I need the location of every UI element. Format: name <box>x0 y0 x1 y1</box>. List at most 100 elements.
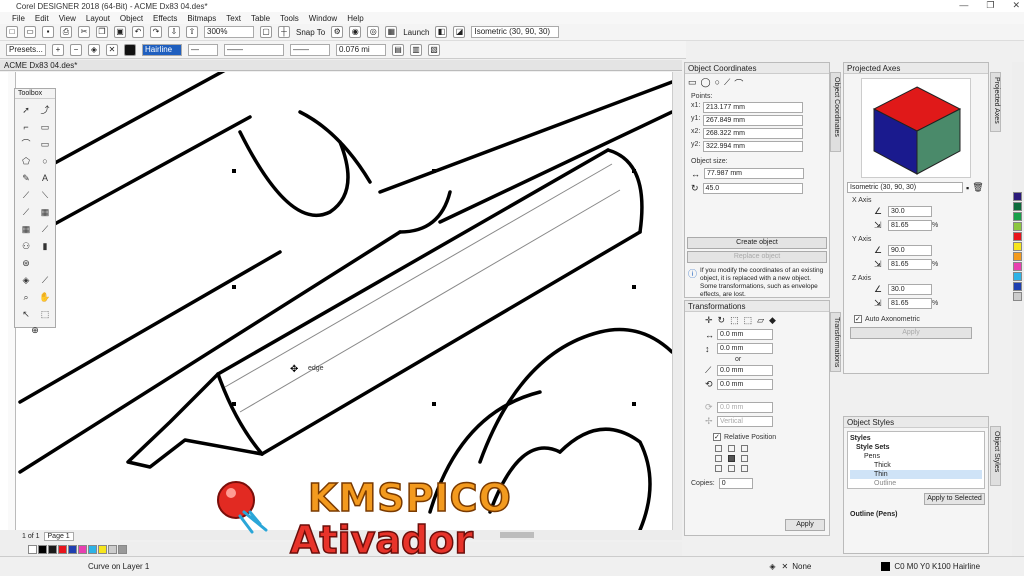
line-shape-icon[interactable]: ⟋ <box>724 77 730 90</box>
arrow-start-select[interactable]: —— <box>224 43 284 56</box>
palette-swatch[interactable] <box>1013 192 1022 201</box>
drawing-canvas[interactable]: edge ✥ <box>0 72 672 530</box>
create-object-button[interactable]: Create object <box>687 237 827 249</box>
swatch-red[interactable] <box>58 544 67 554</box>
add-icon[interactable]: + <box>52 43 64 56</box>
zoom-select[interactable]: 300% <box>204 26 254 38</box>
new-icon[interactable]: □ <box>6 26 18 38</box>
z-scale-field[interactable]: 81.65 <box>888 298 932 309</box>
palette-swatch[interactable] <box>1013 282 1022 291</box>
x1-field[interactable]: 213.177 mm <box>703 102 803 113</box>
anchor-point[interactable] <box>741 445 748 452</box>
replace-object-button[interactable]: Replace object <box>687 251 827 263</box>
z-angle-field[interactable]: 30.0 <box>888 284 932 295</box>
subselect-tool-icon[interactable]: ⬚ <box>38 307 52 321</box>
palette-swatch[interactable] <box>1013 232 1022 241</box>
swatch-dark[interactable] <box>48 544 57 554</box>
open-icon[interactable]: ▭ <box>24 26 36 38</box>
position-icon[interactable]: ✛ <box>705 315 713 326</box>
x-icon[interactable]: ✕ <box>106 43 118 56</box>
angle-field[interactable]: 45.0 <box>702 183 803 194</box>
menu-bitmaps[interactable]: Bitmaps <box>187 14 216 23</box>
zoom-tool-icon[interactable]: ▭ <box>38 120 52 134</box>
shape-tool-icon[interactable]: ⤴ <box>38 103 52 117</box>
transformations-vtab[interactable]: Transformations <box>830 312 841 372</box>
transform-h-field[interactable]: 0.0 mm <box>717 343 773 354</box>
arc-shape-icon[interactable]: ⌒ <box>734 77 743 90</box>
anchor-point[interactable] <box>715 455 722 462</box>
palette-swatch[interactable] <box>1013 292 1022 301</box>
magnifier-tool-icon[interactable]: ⌕ <box>19 290 33 304</box>
save-preset-icon[interactable]: ▪ <box>966 183 969 193</box>
tree-thin[interactable]: Thin <box>850 470 982 479</box>
auto-axonometric-checkbox[interactable]: ✓ <box>854 315 862 323</box>
tree-thick[interactable]: Thick <box>850 461 982 470</box>
presets-select[interactable]: Presets... <box>6 43 46 56</box>
menu-file[interactable]: File <box>12 14 25 23</box>
projected-axes-apply-button[interactable]: Apply <box>850 327 972 339</box>
rotate-icon[interactable]: ↻ <box>718 315 726 326</box>
welcome-icon[interactable]: ◉ <box>349 26 362 38</box>
to-back-icon[interactable]: ▧ <box>428 43 440 56</box>
export-icon[interactable]: ⇧ <box>186 26 198 38</box>
connector-tool-icon[interactable]: ⟍ <box>38 188 52 202</box>
menu-layout[interactable]: Layout <box>86 14 110 23</box>
anchor-point[interactable] <box>728 445 735 452</box>
full-screen-icon[interactable]: ▢ <box>260 26 272 38</box>
freehand-tool-icon[interactable]: ⌒ <box>19 137 33 151</box>
outline-pens-section[interactable]: Outline (Pens) <box>844 505 988 524</box>
tree-pens[interactable]: Pens <box>850 452 982 461</box>
size-icon[interactable]: ⬚ <box>744 315 753 326</box>
table-tool-icon[interactable]: ▦ <box>38 205 52 219</box>
nudge-field[interactable]: 0.076 mi <box>336 43 386 56</box>
line-style-select[interactable]: — <box>188 43 218 56</box>
smart-fill-tool-icon[interactable]: ⟋ <box>38 273 52 287</box>
swatch-white[interactable] <box>28 544 37 554</box>
anchor-select[interactable]: Vertical <box>717 416 773 427</box>
options-gear-icon[interactable]: ⚙ <box>331 26 344 38</box>
ellipse-shape-icon[interactable]: ◯ <box>701 77 711 90</box>
circle-shape-icon[interactable]: ○ <box>715 77 720 90</box>
palette-swatch[interactable] <box>1013 252 1022 261</box>
import-icon[interactable]: ⇩ <box>168 26 180 38</box>
blend-tool-icon[interactable]: ⚇ <box>19 239 33 253</box>
outline-width-select[interactable]: Hairline <box>142 43 182 56</box>
menu-window[interactable]: Window <box>309 14 337 23</box>
add-tool-icon[interactable]: ⊕ <box>15 325 55 336</box>
projection-preset-select[interactable]: Isometric (30, 90, 30) <box>847 182 963 193</box>
rulers-icon[interactable]: ┼ <box>278 26 290 38</box>
vertical-scrollbar[interactable] <box>672 72 682 530</box>
cube-icon[interactable]: ◪ <box>453 26 466 38</box>
redo-icon[interactable]: ↷ <box>150 26 162 38</box>
arrow-end-select[interactable]: —— <box>290 43 330 56</box>
dimension-tool-icon[interactable]: ⟋ <box>19 188 33 202</box>
crop-tool-icon[interactable]: ⌐ <box>19 120 33 134</box>
launch-menu[interactable]: Launch <box>403 28 429 37</box>
palette-swatch[interactable] <box>1013 202 1022 211</box>
pick-tool-icon[interactable]: ➚ <box>19 103 33 117</box>
relative-position-checkbox[interactable]: ✓ <box>713 433 721 441</box>
snap-to-menu[interactable]: Snap To <box>296 28 325 37</box>
wrap-icon[interactable]: ▤ <box>392 43 404 56</box>
delete-preset-icon[interactable]: 🗑 <box>972 182 983 193</box>
undo-icon[interactable]: ↶ <box>132 26 144 38</box>
grid-tool-icon[interactable]: ▦ <box>19 222 33 236</box>
palette-swatch[interactable] <box>1013 212 1022 221</box>
save-icon[interactable]: ▪ <box>42 26 54 38</box>
minimize-button[interactable]: — <box>959 0 968 11</box>
swatch-gray[interactable] <box>118 544 127 554</box>
length-field[interactable]: 77.987 mm <box>704 168 804 179</box>
eyedropper-tool-icon[interactable]: ⊛ <box>19 256 33 270</box>
transform-w-field[interactable]: 0.0 mm <box>717 329 773 340</box>
knife-tool-icon[interactable]: ⟋ <box>38 222 52 236</box>
menu-object[interactable]: Object <box>120 14 143 23</box>
menu-help[interactable]: Help <box>347 14 363 23</box>
page-tab[interactable]: Page 1 <box>43 531 74 541</box>
anchor-point[interactable] <box>728 465 735 472</box>
connect-icon[interactable]: ◎ <box>367 26 380 38</box>
scale-icon[interactable]: ⬚ <box>730 315 739 326</box>
paste-icon[interactable]: ▣ <box>114 26 126 38</box>
document-tab[interactable]: ACME Dx83 04.des* <box>0 60 682 71</box>
swatch-blue[interactable] <box>68 544 77 554</box>
anchor-point[interactable] <box>741 465 748 472</box>
